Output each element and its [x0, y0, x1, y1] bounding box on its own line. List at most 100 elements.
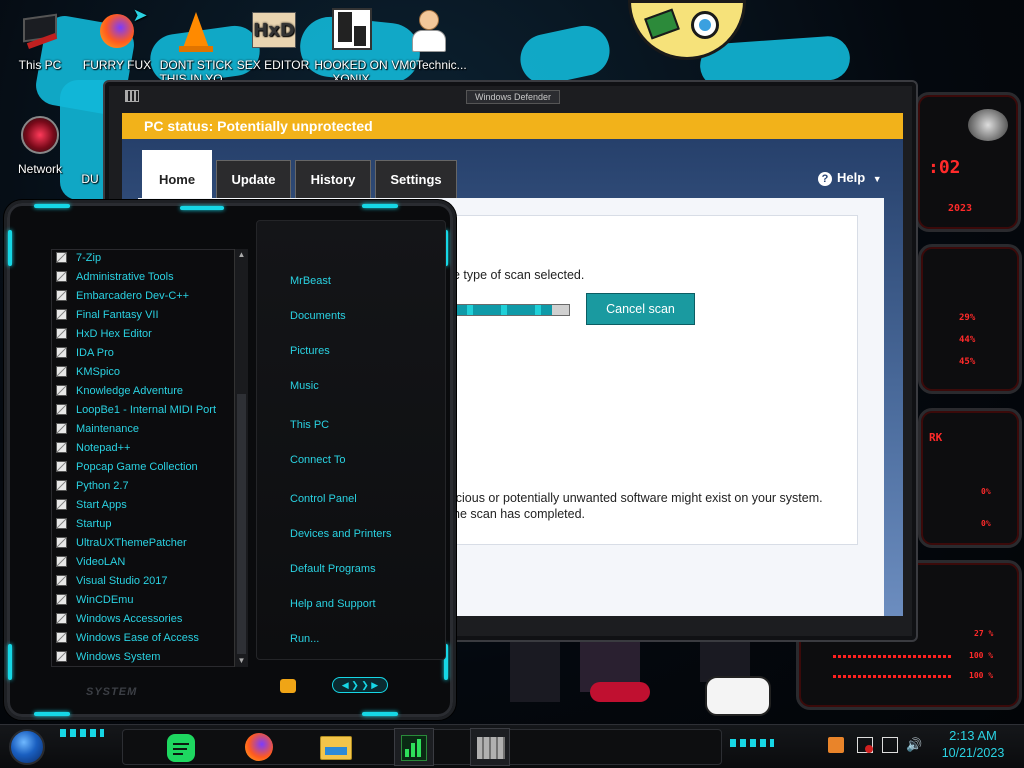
place-item-pictures[interactable]: Pictures	[290, 345, 330, 357]
program-item-final-fantasy[interactable]: Final Fantasy VII	[56, 306, 159, 324]
warning-text-line-1: icious or potentially unwanted software …	[453, 491, 823, 505]
place-item-help-support[interactable]: Help and Support	[290, 598, 376, 610]
folder-icon	[56, 480, 67, 491]
program-item-7zip[interactable]: 7-Zip	[56, 249, 101, 267]
action-center-flag-icon[interactable]	[857, 737, 873, 753]
taskbar-castle-app-button[interactable]	[470, 728, 510, 766]
program-item-ida-pro[interactable]: IDA Pro	[56, 344, 114, 362]
wallpaper-cartoon-legs	[500, 642, 790, 724]
shutdown-options-button[interactable]: ◀ ❯ ❯ ▶	[332, 677, 388, 693]
help-menu[interactable]: ? Help ▼	[818, 170, 882, 186]
place-item-default-programs[interactable]: Default Programs	[290, 563, 376, 575]
desktop-icon-this-pc[interactable]: This PC	[2, 8, 78, 72]
tab-update[interactable]: Update	[216, 160, 291, 198]
place-item-control-panel[interactable]: Control Panel	[290, 493, 357, 505]
network-globe-icon	[17, 112, 63, 158]
hud-time-text: :02	[928, 157, 961, 178]
window-title: Windows Defender	[466, 90, 560, 104]
scroll-down-icon[interactable]: ▼	[235, 655, 248, 667]
desktop-icon-hooked-on-xonix[interactable]: HOOKED ON XONIX	[313, 8, 389, 86]
program-item-hxd[interactable]: HxD Hex Editor	[56, 325, 152, 343]
place-item-mrbeast[interactable]: MrBeast	[290, 275, 331, 287]
program-item-notepadpp[interactable]: Notepad++	[56, 439, 130, 457]
folder-icon	[56, 290, 67, 301]
folder-icon	[56, 385, 67, 396]
hxd-editor-icon: HxD	[250, 8, 296, 54]
scan-progress-bar	[452, 304, 570, 316]
place-item-music[interactable]: Music	[290, 380, 319, 392]
program-item-start-apps[interactable]: Start Apps	[56, 496, 127, 514]
tab-settings[interactable]: Settings	[375, 160, 457, 198]
program-item-windows-system[interactable]: Windows System	[56, 648, 160, 666]
user-tile-icon[interactable]	[280, 679, 296, 693]
folder-icon	[56, 328, 67, 339]
program-item-maintenance[interactable]: Maintenance	[56, 420, 139, 438]
program-item-embarcadero[interactable]: Embarcadero Dev-C++	[56, 287, 189, 305]
taskbar-task-manager-button[interactable]	[394, 728, 434, 766]
program-item-python[interactable]: Python 2.7	[56, 477, 129, 495]
place-item-connect-to[interactable]: Connect To	[290, 454, 345, 466]
desktop-icon-vm0technic[interactable]: VM0Technic...	[391, 8, 467, 72]
taskbar-file-explorer-button[interactable]	[316, 728, 356, 766]
program-item-windows-accessories[interactable]: Windows Accessories	[56, 610, 182, 628]
program-item-windows-ease-of-access[interactable]: Windows Ease of Access	[56, 629, 199, 647]
program-item-knowledge-adventure[interactable]: Knowledge Adventure	[56, 382, 183, 400]
hud-usage-value: 45%	[959, 357, 976, 367]
tab-history[interactable]: History	[295, 160, 371, 198]
start-button[interactable]	[9, 729, 45, 765]
clock-time[interactable]: 2:13 AM	[940, 728, 1006, 743]
wallpaper-paint	[515, 21, 615, 89]
program-item-kmspico[interactable]: KMSpico	[56, 363, 120, 381]
folder-icon	[56, 556, 67, 567]
desktop-icon-furry-fux[interactable]: ➤ FURRY FUX	[79, 6, 155, 72]
hud-drive-value: 100 %	[969, 671, 994, 680]
clock-date[interactable]: 10/21/2023	[930, 746, 1016, 760]
desktop-icon-label: DONT STICK	[159, 58, 233, 72]
folder-icon	[56, 271, 67, 282]
scroll-up-icon[interactable]: ▲	[235, 249, 248, 261]
taskbar-spotify-button[interactable]	[161, 728, 201, 766]
desktop-icon-dont-stick[interactable]: DONT STICK THIS IN YO...	[158, 8, 234, 86]
program-item-ultrauxthemepatcher[interactable]: UltraUXThemePatcher	[56, 534, 187, 552]
taskbar-accent	[60, 729, 104, 737]
window-menu-icon[interactable]	[125, 90, 139, 102]
cancel-scan-button[interactable]: Cancel scan	[586, 293, 695, 325]
scrollbar-thumb[interactable]	[237, 394, 246, 654]
hud-usage-value: 44%	[959, 335, 976, 345]
desktop-icon-label: SEX EDITOR	[236, 58, 310, 72]
program-item-wincdemu[interactable]: WinCDEmu	[56, 591, 133, 609]
program-label: HxD Hex Editor	[76, 328, 152, 340]
network-icon[interactable]	[882, 737, 898, 753]
place-item-documents[interactable]: Documents	[290, 310, 346, 322]
program-label: Popcap Game Collection	[76, 461, 198, 473]
start-menu-footer-label: SYSTEM	[86, 686, 138, 698]
volume-icon[interactable]: 🔊	[906, 737, 922, 753]
program-item-loopbe1[interactable]: LoopBe1 - Internal MIDI Port	[56, 401, 216, 419]
programs-scrollbar[interactable]: ▲ ▼	[234, 249, 248, 667]
xonix-game-icon	[328, 8, 374, 54]
program-label: Maintenance	[76, 423, 139, 435]
hud-drive-value: 27 %	[974, 629, 994, 638]
desktop-icon-sex-editor[interactable]: HxD SEX EDITOR	[235, 8, 311, 72]
program-item-popcap[interactable]: Popcap Game Collection	[56, 458, 198, 476]
folder-icon	[56, 594, 67, 605]
program-label: UltraUXThemePatcher	[76, 537, 187, 549]
program-item-administrative-tools[interactable]: Administrative Tools	[56, 268, 174, 286]
program-item-visual-studio[interactable]: Visual Studio 2017	[56, 572, 168, 590]
taskbar-firefox-button[interactable]	[239, 728, 279, 766]
program-label: Visual Studio 2017	[76, 575, 168, 587]
place-item-this-pc[interactable]: This PC	[290, 419, 329, 431]
shortcut-icon	[75, 112, 105, 158]
tray-app-icon[interactable]	[828, 737, 844, 753]
folder-icon	[56, 309, 67, 320]
program-label: Start Apps	[76, 499, 127, 511]
program-item-startup[interactable]: Startup	[56, 515, 111, 533]
hud-network-label: RK	[929, 431, 943, 444]
start-menu-accent	[362, 204, 398, 208]
desktop-icon-label: HOOKED ON	[314, 58, 388, 72]
place-item-devices-printers[interactable]: Devices and Printers	[290, 528, 392, 540]
desktop-icon-label: FURRY FUX	[82, 58, 152, 72]
tab-home[interactable]: Home	[142, 150, 212, 198]
place-item-run[interactable]: Run...	[290, 633, 319, 645]
program-item-videolan[interactable]: VideoLAN	[56, 553, 125, 571]
